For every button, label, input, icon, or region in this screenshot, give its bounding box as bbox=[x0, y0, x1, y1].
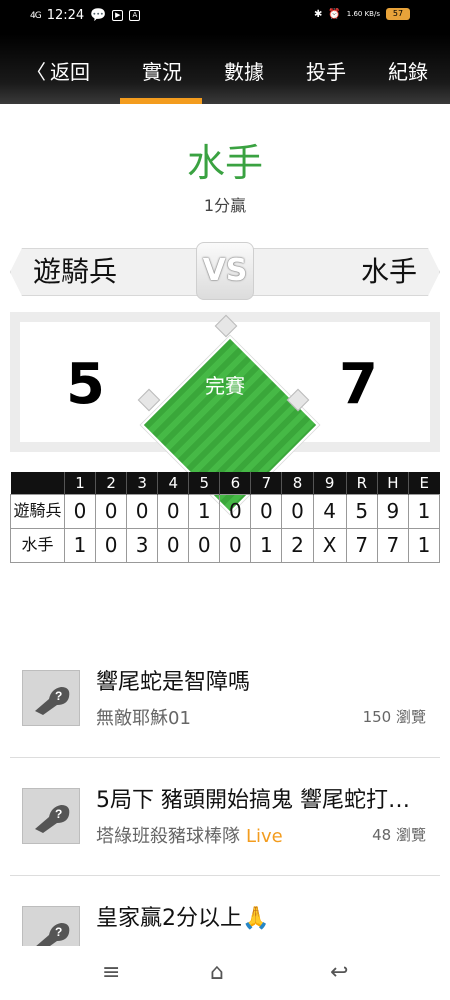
back-icon[interactable]: ↩ bbox=[330, 960, 348, 985]
post-title: 皇家贏2分以上🙏 bbox=[96, 906, 270, 931]
post-title: 響尾蛇是智障嗎 bbox=[96, 670, 251, 695]
back-button[interactable]: 〈 返回 bbox=[26, 56, 90, 85]
game-status: 完賽 bbox=[205, 374, 245, 398]
score-cell: 0 bbox=[95, 493, 128, 529]
list-item[interactable]: ? 5局下 豬頭開始搞鬼 響尾蛇打線太爛 塔綠班殺豬球棒隊 Live 48 瀏覽 bbox=[10, 758, 440, 876]
chat-icon: 💬 bbox=[90, 8, 107, 23]
menu-icon[interactable]: ≡ bbox=[102, 960, 120, 985]
post-views: 48 瀏覽 bbox=[372, 826, 426, 844]
score-cell: 9 bbox=[376, 493, 409, 529]
home-icon[interactable]: ⌂ bbox=[210, 960, 224, 985]
status-left: 4G 12:24 💬 ▶ A bbox=[30, 8, 141, 23]
bluetooth-icon: ✱ bbox=[313, 8, 323, 20]
header-cell: 2 bbox=[95, 472, 127, 494]
row-team-name: 遊騎兵 bbox=[10, 493, 65, 529]
score-cell: 0 bbox=[250, 493, 283, 529]
score-cell: 1 bbox=[407, 493, 441, 529]
row-team-name: 水手 bbox=[10, 527, 65, 563]
score-cell: 1 bbox=[188, 493, 221, 529]
author-name: 無敵耶穌01 bbox=[96, 708, 191, 729]
system-nav-bar: ≡ ⌂ ↩ bbox=[0, 946, 450, 1000]
score-cell: 0 bbox=[219, 493, 252, 529]
score-cell: X bbox=[312, 527, 347, 563]
post-views: 150 瀏覽 bbox=[362, 708, 426, 726]
score-cell: 3 bbox=[126, 527, 159, 563]
svg-text:?: ? bbox=[55, 689, 62, 703]
avatar-placeholder-icon: ? bbox=[22, 670, 80, 726]
network-label: 4G bbox=[30, 10, 42, 21]
score-cell: 0 bbox=[126, 493, 159, 529]
score-cell: 0 bbox=[219, 527, 252, 563]
vs-badge: VS bbox=[196, 242, 254, 300]
score-cell: 1 bbox=[407, 527, 441, 563]
score-cell: 5 bbox=[345, 493, 378, 529]
network-speed: 1.60 KB/s bbox=[346, 9, 380, 18]
unknown-avatar-icon: ? bbox=[35, 805, 70, 833]
line-score-header: 1 2 3 4 5 6 7 8 9 R H E bbox=[10, 472, 440, 494]
team-bar: 遊騎兵 水手 VS bbox=[10, 242, 440, 300]
header-cell: H bbox=[376, 472, 409, 494]
alarm-icon: ⏰ bbox=[328, 8, 341, 20]
table-row: 遊騎兵 0 0 0 0 1 0 0 0 4 5 9 1 bbox=[10, 493, 441, 529]
list-item[interactable]: ? 響尾蛇是智障嗎 無敵耶穌01 150 瀏覽 bbox=[10, 640, 440, 758]
post-author: 塔綠班殺豬球棒隊 Live bbox=[96, 822, 283, 848]
tab-stats[interactable]: 數據 bbox=[224, 56, 264, 85]
top-nav: 〈 返回 實況 數據 投手 紀錄 bbox=[0, 34, 450, 104]
header-cell: E bbox=[407, 472, 440, 494]
header-cell: 6 bbox=[219, 472, 251, 494]
header-cell: 8 bbox=[281, 472, 313, 494]
header-cell: 7 bbox=[250, 472, 282, 494]
score-cell: 0 bbox=[188, 527, 221, 563]
score-cell: 2 bbox=[281, 527, 314, 563]
table-row: 水手 1 0 3 0 0 0 1 2 X 7 7 1 bbox=[10, 527, 441, 563]
score-cell: 0 bbox=[157, 493, 190, 529]
header-cell: 9 bbox=[312, 472, 347, 494]
header-cell: 3 bbox=[126, 472, 158, 494]
chevron-left-icon: 〈 bbox=[26, 60, 46, 84]
score-cell: 7 bbox=[376, 527, 409, 563]
home-team-name: 遊騎兵 bbox=[10, 248, 210, 296]
winner-title: 水手 bbox=[186, 141, 263, 185]
header-cell bbox=[10, 472, 65, 494]
active-tab-indicator bbox=[120, 98, 202, 104]
post-title: 5局下 豬頭開始搞鬼 響尾蛇打線太爛 bbox=[96, 788, 430, 813]
tab-live[interactable]: 實況 bbox=[142, 56, 182, 85]
score-cell: 0 bbox=[95, 527, 128, 563]
battery-icon: 57 bbox=[386, 8, 410, 20]
avatar-placeholder-icon: ? bbox=[22, 788, 80, 844]
record-icon: ▶ bbox=[112, 10, 124, 21]
line-score-table: 1 2 3 4 5 6 7 8 9 R H E 遊騎兵 0 0 0 0 1 0 … bbox=[10, 472, 441, 563]
svg-text:?: ? bbox=[55, 925, 62, 939]
header-cell: 5 bbox=[188, 472, 220, 494]
score-cell: 0 bbox=[63, 493, 97, 529]
live-badge: Live bbox=[246, 826, 283, 847]
unknown-avatar-icon: ? bbox=[35, 687, 70, 715]
score-cell: 1 bbox=[63, 527, 97, 563]
score-cell: 0 bbox=[281, 493, 314, 529]
score-cell: 1 bbox=[250, 527, 283, 563]
ai-icon: A bbox=[129, 10, 141, 21]
header-cell: 4 bbox=[157, 472, 189, 494]
status-time: 12:24 bbox=[46, 8, 85, 23]
author-name: 塔綠班殺豬球棒隊 bbox=[96, 826, 240, 847]
back-label: 返回 bbox=[50, 60, 90, 84]
tab-pitchers[interactable]: 投手 bbox=[306, 56, 346, 85]
svg-text:?: ? bbox=[55, 807, 62, 821]
header-cell: 1 bbox=[63, 472, 96, 494]
score-cell: 7 bbox=[345, 527, 378, 563]
tab-records[interactable]: 紀錄 bbox=[388, 56, 428, 85]
post-list: ? 響尾蛇是智障嗎 無敵耶穌01 150 瀏覽 ? 5局下 豬頭開始搞鬼 響尾蛇… bbox=[10, 640, 440, 986]
away-team-name: 水手 bbox=[240, 248, 440, 296]
post-author: 無敵耶穌01 bbox=[96, 704, 191, 730]
result-subtitle: 1分贏 bbox=[203, 196, 247, 215]
status-right: ✱ ⏰ 1.60 KB/s 57 bbox=[314, 8, 410, 20]
header-cell: R bbox=[345, 472, 378, 494]
status-bar: 4G 12:24 💬 ▶ A ✱ ⏰ 1.60 KB/s 57 bbox=[0, 0, 450, 34]
score-cell: 0 bbox=[157, 527, 190, 563]
score-cell: 4 bbox=[312, 493, 347, 529]
